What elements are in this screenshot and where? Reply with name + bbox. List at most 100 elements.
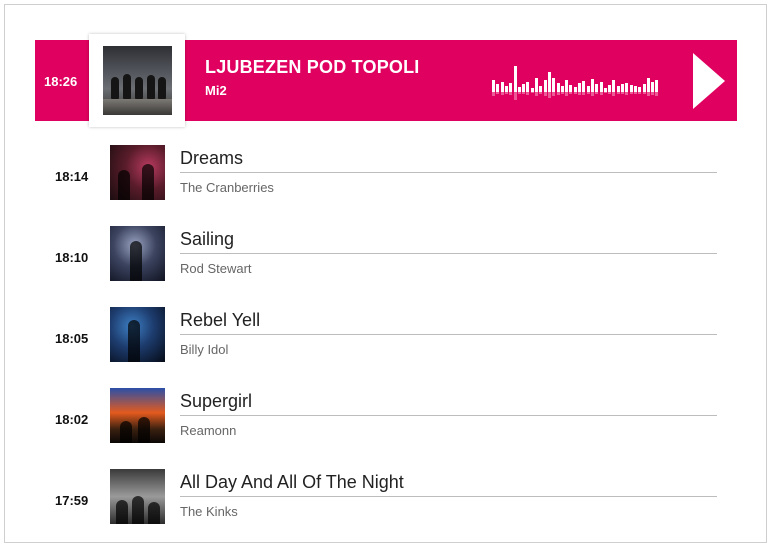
now-playing-cover-frame [89, 34, 185, 127]
waveform-reflection [599, 92, 603, 95]
track-artist: The Cranberries [180, 180, 274, 195]
playlist-widget: 18:26 LJUBEZEN POD TOPOLI Mi2 18:14 Drea… [4, 4, 767, 543]
waveform-reflection [539, 92, 543, 94]
waveform-bar [526, 82, 530, 92]
waveform-reflection [625, 92, 629, 95]
waveform-bar [547, 72, 551, 92]
waveform-bar [651, 82, 655, 92]
track-row[interactable]: 18:10 Sailing Rod Stewart [35, 226, 737, 292]
now-playing-title: LJUBEZEN POD TOPOLI [205, 57, 420, 77]
waveform-bar [599, 82, 603, 92]
divider [180, 496, 717, 497]
divider [180, 253, 717, 254]
waveform-bar [629, 85, 633, 92]
track-thumbnail [110, 469, 165, 524]
waveform-reflection [565, 92, 569, 96]
waveform-bar [621, 84, 624, 92]
track-time: 18:05 [55, 331, 89, 346]
track-thumbnail [110, 307, 165, 362]
waveform-bar [552, 78, 556, 92]
divider [180, 334, 717, 335]
track-row[interactable]: 18:05 Rebel Yell Billy Idol [35, 307, 737, 373]
waveform-reflection [535, 92, 538, 96]
waveform-reflection [573, 92, 577, 94]
waveform-bar [646, 78, 650, 92]
waveform-bar [496, 84, 500, 92]
waveform-bar [578, 83, 581, 92]
track-thumbnail [110, 226, 165, 281]
track-artist: The Kinks [180, 504, 238, 519]
track-time: 18:14 [55, 169, 89, 184]
waveform-reflection [547, 92, 551, 98]
waveform-reflection [651, 92, 655, 95]
track-artist: Billy Idol [180, 342, 229, 357]
waveform-bar [642, 84, 646, 92]
waveform-reflection [560, 92, 564, 94]
waveform-reflection [612, 92, 616, 96]
waveform-reflection [655, 92, 659, 96]
waveform-reflection [603, 92, 607, 93]
track-row[interactable]: 18:02 Supergirl Reamonn [35, 388, 737, 454]
track-title: Rebel Yell [180, 310, 261, 330]
waveform-reflection [621, 92, 624, 94]
waveform-bar [522, 84, 526, 92]
waveform-bar [655, 80, 659, 92]
audio-waveform-icon [492, 62, 662, 102]
track-title: All Day And All Of The Night [180, 472, 404, 492]
track-thumbnail [110, 145, 165, 200]
waveform-bar [612, 80, 616, 92]
waveform-reflection [543, 92, 547, 96]
waveform-reflection [526, 92, 530, 95]
now-playing-artist: Mi2 [205, 83, 227, 98]
waveform-bar [556, 83, 560, 92]
waveform-reflection [595, 92, 599, 94]
waveform-bar [590, 79, 594, 92]
waveform-bar [543, 80, 547, 92]
waveform-bar [535, 78, 538, 92]
track-row[interactable]: 17:59 All Day And All Of The Night The K… [35, 469, 737, 535]
divider [180, 172, 717, 173]
waveform-bar [569, 85, 573, 92]
waveform-reflection [569, 92, 573, 94]
track-artist: Reamonn [180, 423, 237, 438]
waveform-reflection [530, 92, 534, 93]
track-thumbnail [110, 388, 165, 443]
waveform-reflection [633, 92, 637, 94]
waveform-bar [509, 83, 513, 92]
waveform-reflection [646, 92, 650, 96]
track-time: 17:59 [55, 493, 89, 508]
waveform-bar [608, 85, 612, 92]
waveform-reflection [629, 92, 633, 94]
waveform-reflection [504, 92, 508, 94]
now-playing-bar[interactable]: 18:26 LJUBEZEN POD TOPOLI Mi2 [35, 34, 737, 127]
waveform-reflection [517, 92, 521, 94]
track-time: 18:02 [55, 412, 89, 427]
waveform-reflection [608, 92, 612, 94]
waveform-reflection [582, 92, 586, 95]
waveform-reflection [556, 92, 560, 95]
waveform-bar [595, 84, 599, 92]
track-artist: Rod Stewart [180, 261, 252, 276]
waveform-reflection [638, 92, 642, 94]
track-row[interactable]: 18:14 Dreams The Cranberries [35, 145, 737, 211]
waveform-reflection [590, 92, 594, 96]
waveform-reflection [496, 92, 500, 94]
waveform-bar [500, 82, 504, 92]
waveform-reflection [492, 92, 495, 96]
waveform-bar [565, 80, 569, 92]
track-title: Sailing [180, 229, 235, 249]
track-title: Dreams [180, 148, 244, 168]
waveform-reflection [500, 92, 504, 95]
waveform-reflection [642, 92, 646, 94]
play-icon[interactable] [693, 53, 725, 109]
waveform-bar [625, 83, 629, 92]
waveform-bar [513, 66, 517, 92]
waveform-reflection [522, 92, 526, 94]
waveform-reflection [586, 92, 590, 94]
album-cover-image [103, 46, 172, 115]
waveform-reflection [552, 92, 556, 96]
track-title: Supergirl [180, 391, 253, 411]
waveform-bar [492, 80, 495, 92]
divider [180, 415, 717, 416]
waveform-reflection [578, 92, 581, 95]
